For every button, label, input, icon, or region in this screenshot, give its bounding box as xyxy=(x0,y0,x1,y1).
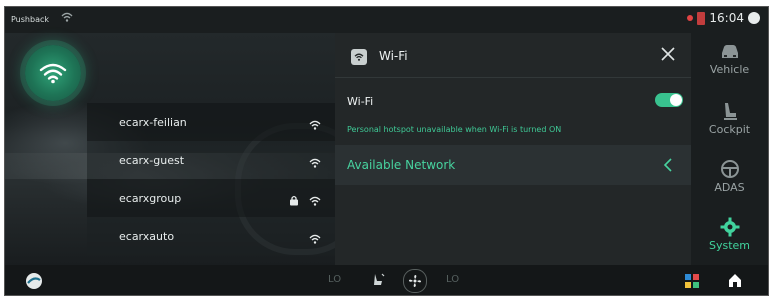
network-name: ecarxgroup xyxy=(119,191,182,205)
network-name: ecarxauto xyxy=(119,229,175,243)
wifi-signal-icon xyxy=(309,191,321,210)
right-temperature[interactable]: LO xyxy=(446,274,459,285)
fan-icon[interactable] xyxy=(403,269,427,293)
network-item[interactable]: ecarxgroup xyxy=(87,179,335,217)
seat-icon xyxy=(723,103,737,120)
wifi-toggle[interactable] xyxy=(655,93,683,107)
infotainment-screen: Pushback 16:04 ecarx-feilian ecarx-guest… xyxy=(4,6,769,296)
panel-header: Wi-Fi xyxy=(335,33,691,78)
bottom-bar: LO LO xyxy=(5,265,768,295)
assistant-icon[interactable] xyxy=(25,272,43,294)
available-network-row[interactable]: Available Network xyxy=(335,145,691,185)
status-bar: Pushback 16:04 xyxy=(5,7,768,33)
nav-label: ADAS xyxy=(714,181,745,194)
wifi-hotspot-icon xyxy=(39,63,67,84)
panel-title: Wi-Fi xyxy=(379,49,408,63)
battery-icon xyxy=(697,11,706,25)
seat-heat-icon[interactable] xyxy=(370,272,386,292)
car-icon xyxy=(721,45,738,58)
pushback-label: Pushback xyxy=(11,15,50,24)
network-item[interactable]: ecarx-guest xyxy=(87,141,335,179)
hotspot-button[interactable] xyxy=(25,45,81,101)
hotspot-hint: Personal hotspot unavailable when Wi-Fi … xyxy=(347,125,562,134)
steering-wheel-icon xyxy=(720,160,739,178)
nav-vehicle[interactable]: Vehicle xyxy=(691,43,768,99)
network-item[interactable]: ecarx-feilian xyxy=(87,103,335,141)
status-wifi-icon xyxy=(61,12,73,25)
chevron-left-icon xyxy=(663,157,673,176)
nav-adas[interactable]: ADAS xyxy=(691,159,768,215)
network-list: ecarx-feilian ecarx-guest ecarxgroup eca… xyxy=(87,103,335,255)
message-icon[interactable] xyxy=(748,12,760,24)
apps-icon[interactable] xyxy=(685,273,699,292)
nav-label: Cockpit xyxy=(708,123,751,136)
home-icon[interactable] xyxy=(727,272,743,292)
network-name: ecarx-guest xyxy=(119,153,185,167)
lock-icon xyxy=(289,191,299,210)
wifi-signal-icon xyxy=(309,115,321,134)
network-item[interactable]: ecarxauto xyxy=(87,217,335,255)
recording-dot-icon xyxy=(687,15,694,21)
nav-label: Vehicle xyxy=(709,63,750,76)
network-name: ecarx-feilian xyxy=(119,115,187,129)
available-network-label: Available Network xyxy=(347,158,456,172)
close-icon[interactable] xyxy=(659,45,677,63)
nav-label: System xyxy=(708,239,751,252)
wifi-signal-icon xyxy=(309,153,321,172)
gear-icon xyxy=(720,217,739,237)
nav-cockpit[interactable]: Cockpit xyxy=(691,101,768,157)
wifi-app-icon xyxy=(351,49,367,65)
wifi-signal-icon xyxy=(309,229,321,248)
clock: 16:04 xyxy=(709,11,744,25)
toggle-knob xyxy=(670,94,682,106)
nav-system[interactable]: System xyxy=(691,217,768,267)
wifi-toggle-label: Wi-Fi xyxy=(347,95,374,108)
status-right: 16:04 xyxy=(687,11,760,25)
left-temperature[interactable]: LO xyxy=(328,274,341,285)
right-nav: Vehicle Cockpit ADAS System xyxy=(691,33,768,267)
wifi-panel: Wi-Fi Wi-Fi Personal hotspot unavailable… xyxy=(335,33,691,265)
